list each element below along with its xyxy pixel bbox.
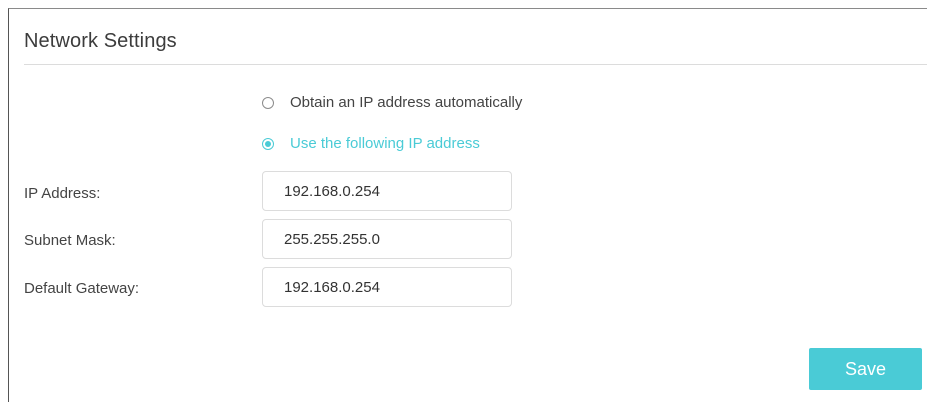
save-button[interactable]: Save [809, 348, 922, 390]
ip-address-label: IP Address: [24, 185, 101, 202]
radio-use-following-circle[interactable] [262, 137, 274, 150]
default-gateway-label: Default Gateway: [24, 280, 140, 297]
subnet-mask-input[interactable] [262, 219, 512, 259]
radio-obtain-automatically-circle[interactable] [262, 96, 274, 109]
subnet-mask-label: Subnet Mask: [24, 232, 116, 249]
radio-use-following[interactable]: Use the following IP address [262, 135, 480, 152]
default-gateway-input[interactable] [262, 267, 512, 307]
ip-address-input[interactable] [262, 171, 512, 211]
radio-obtain-automatically[interactable]: Obtain an IP address automatically [262, 94, 522, 111]
radio-obtain-automatically-label[interactable]: Obtain an IP address automatically [290, 94, 522, 111]
network-settings-panel: Network Settings Obtain an IP address au… [8, 8, 927, 402]
title-divider [24, 64, 927, 65]
radio-use-following-label[interactable]: Use the following IP address [290, 135, 480, 152]
section-title: Network Settings [24, 30, 177, 52]
